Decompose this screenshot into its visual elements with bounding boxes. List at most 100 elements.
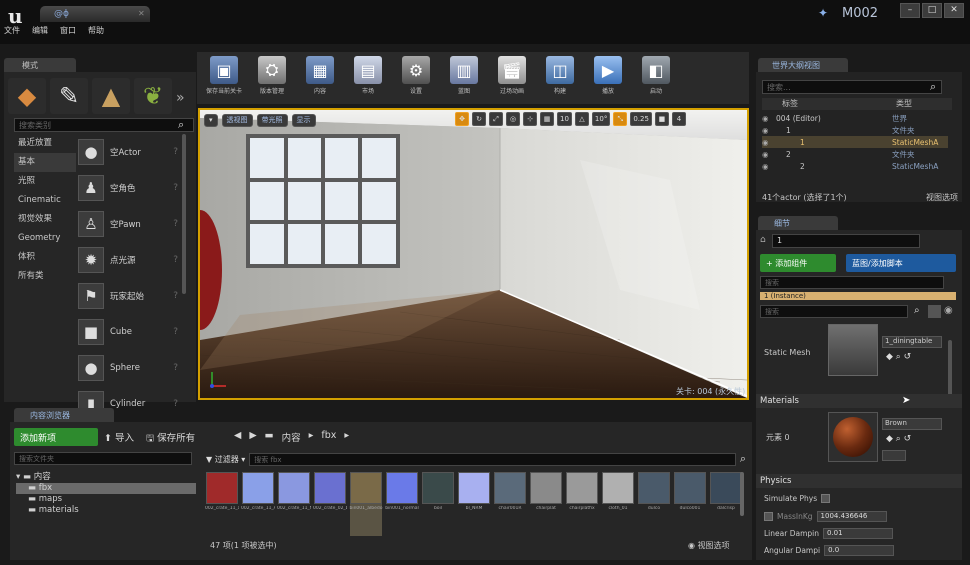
material-thumbnail[interactable] [828,412,878,462]
asset-tile[interactable]: bin001_normal [385,472,419,536]
play-button[interactable]: ▶ 播放 [585,56,631,102]
material-expand-button[interactable] [882,450,906,461]
eye-icon[interactable]: ◉ [762,138,776,147]
add-new-button[interactable]: 添加新项 [14,428,98,446]
linear-damping-field[interactable]: 0.01 [822,528,893,539]
asset-tile[interactable]: 002_crate_11_AL_N(002) [241,472,275,536]
category-lights[interactable]: 光照 [14,172,76,191]
scale-snap-icon[interactable]: ⤡ [613,112,628,126]
place-mode-icon[interactable]: ◆ [8,78,46,114]
camera-speed-value[interactable]: 4 [671,112,686,126]
details-property-search[interactable]: 搜索 [760,305,908,318]
asset-tile[interactable]: chairplat [530,472,562,536]
close-window-button[interactable]: ✕ [944,3,964,18]
category-cinematic[interactable]: Cinematic [14,191,76,210]
scale-snap-value[interactable]: 0.25 [630,112,652,126]
asset-tile[interactable]: boil [422,472,454,536]
world-local-icon[interactable]: ◎ [506,112,520,126]
mass-field[interactable]: 1004.436646 [816,511,887,522]
materials-section-header[interactable]: Materials [756,394,962,408]
outliner-view-options[interactable]: 视图选项 [926,192,958,203]
menu-help[interactable]: 帮助 [88,25,104,36]
asset-tile[interactable]: 002_crate_11_NRM [277,472,311,536]
breadcrumb-fbx[interactable]: fbx [321,430,336,444]
folder-item-fbx[interactable]: ▬ fbx [16,483,196,494]
save-all-button[interactable]: 🖫︎ 保存所有 [146,430,195,447]
static-mesh-thumbnail[interactable] [828,324,878,376]
build-button[interactable]: ◫ 构建 [537,56,583,102]
actor-name-field[interactable]: 1 [772,234,920,248]
simulate-physics-checkbox[interactable] [821,494,831,503]
category-volumes[interactable]: 体积 [14,248,76,267]
modes-tab[interactable]: 模式 [4,58,76,72]
angular-damping-field[interactable]: 0.0 [824,545,895,556]
cinematics-button[interactable]: 🎬︎ 过场动画 [489,56,535,102]
asset-tile[interactable]: 002_crate_02_bump_NRM [313,472,347,536]
eye-icon[interactable]: ◉ [762,162,776,171]
help-icon[interactable]: ? [173,291,178,301]
folder-item-maps[interactable]: ▬ maps [16,494,196,505]
category-geometry[interactable]: Geometry [14,229,76,248]
actor-item[interactable]: ■ Cube? [78,314,182,350]
eye-icon[interactable]: ◉ [762,150,776,159]
paint-mode-icon[interactable]: ✎ [50,78,88,114]
blueprint-button[interactable]: ▥ 蓝图 [441,56,487,102]
content-view-options[interactable]: ◉ 视图选项 [688,540,730,551]
details-tab[interactable]: 细节 [758,216,838,230]
camera-speed-icon[interactable]: ■ [654,112,669,126]
rotation-snap-value[interactable]: 10° [591,112,611,126]
chevron-right-icon[interactable]: » [176,90,185,106]
move-tool-icon[interactable]: ✥ [455,112,469,126]
help-icon[interactable]: ? [173,147,178,157]
actor-item[interactable]: ● Sphere? [78,350,182,386]
foliage-mode-icon[interactable]: ❦ [134,78,172,114]
close-icon[interactable]: ✕ [138,9,145,18]
save-button[interactable]: ▣ 保存当前关卡 [201,56,247,102]
menu-window[interactable]: 窗口 [60,25,76,36]
eye-icon[interactable]: ◉ [762,126,776,135]
minimize-button[interactable]: – [900,3,920,18]
outliner-row[interactable]: ◉ 004 (Editor) 世界 [762,112,948,124]
actor-item[interactable]: ♟ 空角色? [78,170,182,206]
component-selected-row[interactable]: 1 (Instance) [760,292,956,300]
details-scrollbar[interactable] [948,340,952,396]
eye-icon[interactable]: ◉ [762,114,776,123]
landscape-mode-icon[interactable]: ▲ [92,78,130,114]
folder-search-input[interactable]: 搜索文件夹 [14,452,192,465]
browse-arrow-icon[interactable]: ◆ ⌕ ↺ [886,434,911,444]
asset-tile[interactable]: dulco001 [674,472,706,536]
actor-item[interactable]: ⚑ 玩家起始? [78,278,182,314]
actor-item[interactable]: ● 空Actor? [78,134,182,170]
show-button[interactable]: 显示 [291,113,316,127]
lit-button[interactable]: 带光照 [256,113,288,127]
category-recent[interactable]: 最近放置 [14,134,76,153]
scale-tool-icon[interactable]: ⤢ [489,112,503,126]
blueprint-add-script-button[interactable]: 蓝图/添加脚本 [846,254,956,272]
asset-scrollbar[interactable] [740,472,744,516]
maximize-button[interactable]: □ [922,3,942,18]
filter-button[interactable]: ▼ 过滤器 ▾ [206,454,245,465]
help-icon[interactable]: ? [173,255,178,265]
rotation-snap-icon[interactable]: △ [574,112,589,126]
marketplace-button[interactable]: ▤ 市场 [345,56,391,102]
folder-item-materials[interactable]: ▬ materials [16,505,196,516]
import-button[interactable]: ⬆ 导入 [104,430,134,447]
help-icon[interactable]: ? [173,399,178,409]
launch-button[interactable]: ◧ 启动 [633,56,679,102]
modes-scrollbar[interactable] [182,134,186,294]
perspective-button[interactable]: 透视图 [221,113,253,127]
help-icon[interactable]: ? [173,327,178,337]
breadcrumb-content[interactable]: 内容 [282,430,301,444]
outliner-row[interactable]: ◉ 1 文件夹 [762,124,948,136]
column-type[interactable]: 类型 [896,98,952,110]
asset-tile[interactable]: dulco [638,472,670,536]
back-arrow-icon[interactable]: ◀ [234,430,241,444]
folder-item-content[interactable]: ▾ ▬ 内容 [16,472,196,483]
asset-tile[interactable]: chair001R [494,472,526,536]
outliner-row[interactable]: ◉ 2 StaticMeshA [762,160,948,172]
help-icon[interactable]: ? [173,219,178,229]
content-button[interactable]: ▦ 内容 [297,56,343,102]
asset-tile[interactable]: bl_NRM [458,472,490,536]
search-classes-input[interactable]: 搜索类别 [14,118,194,132]
project-tab[interactable]: @ɸ [40,6,150,22]
